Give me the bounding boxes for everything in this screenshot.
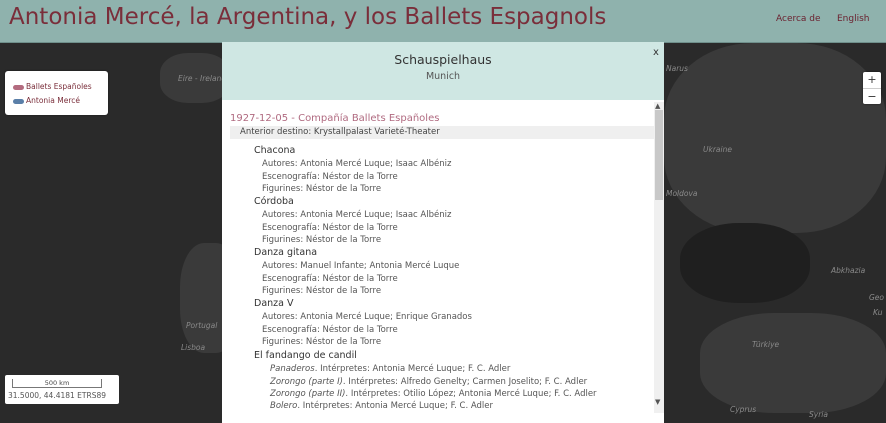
scroll-up-icon[interactable]: ▲ (655, 102, 660, 110)
work-authors: Autores: Antonia Mercé Luque; Isaac Albé… (262, 159, 452, 169)
map-land (700, 313, 886, 413)
work-title: El fandango de candil (254, 350, 357, 361)
legend-item-antonia[interactable]: Antonia Mercé (13, 96, 80, 105)
legend-swatch (13, 98, 24, 104)
work-costumes: Figurines: Néstor de la Torre (262, 184, 382, 194)
map-label: Ku (873, 308, 883, 317)
performer-text: . Intérpretes: Antonia Mercé Luque; F. C… (297, 401, 494, 411)
work-authors: Autores: Antonia Mercé Luque; Isaac Albé… (262, 210, 452, 220)
zoom-in-button[interactable]: + (863, 72, 881, 88)
map-label: Moldova (666, 189, 698, 198)
legend-label: Antonia Mercé (26, 96, 80, 105)
map-sea (680, 223, 810, 303)
work-title: Córdoba (254, 196, 294, 207)
map-label: Türkiye (752, 340, 780, 349)
map-label: Eire - Ireland (178, 74, 227, 83)
work-costumes: Figurines: Néstor de la Torre (262, 337, 382, 347)
performer-line: Panaderos. Intérpretes: Antonia Mercé Lu… (270, 364, 510, 374)
zoom-out-button[interactable]: − (863, 88, 881, 105)
previous-destination: Anterior destino: Krystallpalast Varieté… (230, 126, 654, 139)
work-authors: Autores: Antonia Mercé Luque; Enrique Gr… (262, 312, 472, 322)
piece-name: Bolero (270, 401, 298, 411)
performer-line: Zorongo (parte I). Intérpretes: Alfredo … (270, 377, 587, 387)
coordinates-readout: 31.5000, 44.4181 ETRS89 (8, 391, 107, 400)
work-authors: Autores: Manuel Infante; Antonia Mercé L… (262, 261, 460, 271)
legend-swatch (13, 84, 24, 90)
piece-name: Zorongo (parte I) (270, 377, 343, 387)
work-title: Danza V (254, 298, 294, 309)
event-heading[interactable]: 1927-12-05 - Compañía Ballets Españoles (230, 113, 439, 124)
work-costumes: Figurines: Néstor de la Torre (262, 235, 382, 245)
legend-label: Ballets Españoles (26, 82, 92, 91)
venue-modal: Schauspielhaus Munich x 1927-12-05 - Com… (222, 42, 664, 423)
work-scenography: Escenografía: Néstor de la Torre (262, 172, 398, 182)
work-scenography: Escenografía: Néstor de la Torre (262, 325, 398, 335)
scale-bar: 500 km (12, 379, 102, 388)
piece-name: Zorongo (parte II) (270, 389, 346, 399)
app-header: Antonia Mercé, la Argentina, y los Balle… (0, 0, 886, 43)
performer-text: . Intérpretes: Otilio López; Antonia Mer… (345, 389, 597, 399)
work-costumes: Figurines: Néstor de la Torre (262, 286, 382, 296)
map-label: Portugal (186, 321, 218, 330)
modal-title: Schauspielhaus (394, 52, 492, 67)
scroll-down-icon[interactable]: ▼ (655, 398, 660, 406)
legend-item-ballets[interactable]: Ballets Españoles (13, 82, 92, 91)
zoom-control: + − (863, 72, 881, 104)
map-label: Geo (869, 293, 885, 302)
map-label: Narus (666, 64, 688, 73)
performer-line: Zorongo (parte II). Intérpretes: Otilio … (270, 389, 597, 399)
work-title: Chacona (254, 145, 296, 156)
nav-language-link[interactable]: English (837, 14, 870, 24)
modal-subtitle: Munich (425, 71, 461, 82)
close-icon[interactable]: x (653, 47, 659, 58)
map-label: Abkhazia (831, 266, 866, 275)
map-legend: Ballets Españoles Antonia Mercé (5, 71, 108, 115)
performer-line: Bolero. Intérpretes: Antonia Mercé Luque… (270, 401, 493, 411)
work-title: Danza gitana (254, 247, 318, 258)
map-label: Lisboa (181, 343, 206, 352)
map-land (664, 43, 886, 233)
modal-header: Schauspielhaus Munich x (222, 42, 664, 100)
map-label: Ukraine (703, 145, 732, 154)
nav-about-link[interactable]: Acerca de (776, 14, 821, 24)
work-scenography: Escenografía: Néstor de la Torre (262, 223, 398, 233)
performer-text: . Intérpretes: Antonia Mercé Luque; F. C… (314, 364, 511, 374)
modal-body: 1927-12-05 - Compañía Ballets Españoles … (222, 102, 664, 423)
map-label: Cyprus (730, 405, 757, 414)
scrollbar-thumb[interactable] (655, 110, 663, 200)
piece-name: Panaderos (270, 364, 315, 374)
map-label: Syria (809, 410, 828, 419)
scale-coords-box: 500 km 31.5000, 44.4181 ETRS89 (5, 375, 119, 404)
performer-text: . Intérpretes: Alfredo Genelty; Carmen J… (342, 377, 588, 387)
page-title: Antonia Mercé, la Argentina, y los Balle… (9, 4, 607, 30)
work-scenography: Escenografía: Néstor de la Torre (262, 274, 398, 284)
